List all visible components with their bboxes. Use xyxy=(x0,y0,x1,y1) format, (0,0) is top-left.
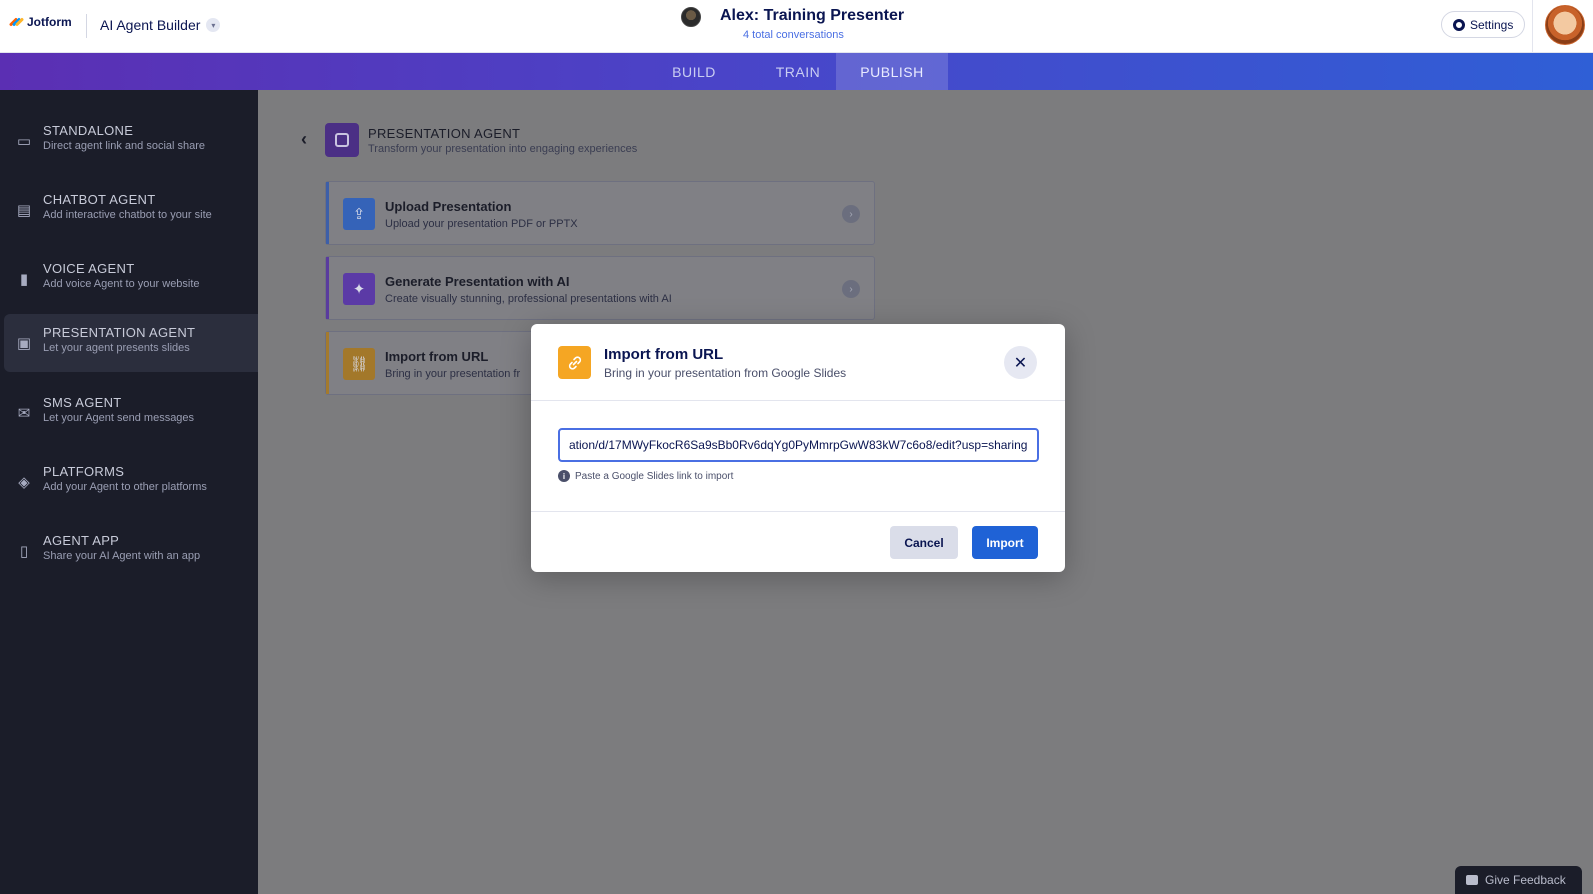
feedback-icon xyxy=(1466,875,1478,885)
tab-build[interactable]: BUILD xyxy=(658,53,730,90)
sms-icon: ✉ xyxy=(17,405,31,422)
phone-icon: ▯ xyxy=(19,543,29,560)
builder-tabs: BUILD TRAIN PUBLISH xyxy=(0,53,1593,90)
option-desc: Create visually stunning, professional p… xyxy=(385,293,672,305)
user-avatar[interactable] xyxy=(1545,5,1585,45)
modal-header: Import from URL Bring in your presentati… xyxy=(531,324,1065,401)
section-title: PRESENTATION AGENT xyxy=(368,126,521,141)
close-icon: ✕ xyxy=(1013,354,1028,372)
option-accent-bar xyxy=(326,332,329,394)
sidebar-item-presentation-agent[interactable]: ▣ PRESENTATION AGENT Let your agent pres… xyxy=(4,314,258,372)
layers-icon: ◈ xyxy=(18,474,30,491)
agent-avatar xyxy=(681,7,701,27)
option-accent-bar xyxy=(326,257,329,319)
option-desc: Bring in your presentation fr xyxy=(385,368,521,380)
sidebar-item-desc: Add interactive chatbot to your site xyxy=(43,209,212,221)
jotform-logo-icon xyxy=(8,17,25,27)
sidebar-item-desc: Direct agent link and social share xyxy=(43,140,206,152)
voice-bars-icon: ▮ xyxy=(19,271,29,288)
monitor-icon: ▭ xyxy=(16,133,32,150)
sidebar-item-desc: Let your agent presents slides xyxy=(43,342,190,354)
sidebar-item-sms-agent[interactable]: ✉ SMS AGENT Let your Agent send messages xyxy=(4,384,258,442)
info-icon: i xyxy=(558,470,570,482)
sidebar-item-title: CHATBOT AGENT xyxy=(43,192,156,207)
upload-cloud-icon: ⇪ xyxy=(343,198,375,230)
publish-sidebar: ▭ STANDALONE Direct agent link and socia… xyxy=(0,90,258,894)
cancel-button[interactable]: Cancel xyxy=(890,526,958,559)
settings-button[interactable]: Settings xyxy=(1441,11,1526,38)
sidebar-item-platforms[interactable]: ◈ PLATFORMS Add your Agent to other plat… xyxy=(4,453,258,511)
option-generate-with-ai[interactable]: ✦ Generate Presentation with AI Create v… xyxy=(325,256,875,320)
conversation-count[interactable]: 4 total conversations xyxy=(743,29,844,41)
sidebar-item-desc: Add your Agent to other platforms xyxy=(43,481,207,493)
chevron-right-icon: › xyxy=(842,280,860,298)
header-divider xyxy=(86,14,87,38)
option-title: Generate Presentation with AI xyxy=(385,274,570,289)
modal-title: Import from URL xyxy=(604,346,724,363)
sidebar-item-title: VOICE AGENT xyxy=(43,261,135,276)
url-input[interactable] xyxy=(558,428,1039,462)
sidebar-item-standalone[interactable]: ▭ STANDALONE Direct agent link and socia… xyxy=(4,112,258,170)
sidebar-item-title: SMS AGENT xyxy=(43,395,122,410)
sidebar-item-voice-agent[interactable]: ▮ VOICE AGENT Add voice Agent to your we… xyxy=(4,250,258,308)
option-title: Import from URL xyxy=(385,349,489,364)
give-feedback-button[interactable]: Give Feedback xyxy=(1455,866,1582,894)
sidebar-item-desc: Let your Agent send messages xyxy=(43,412,195,424)
sparkles-icon: ✦ xyxy=(343,273,375,305)
tab-train[interactable]: TRAIN xyxy=(755,53,841,90)
option-desc: Upload your presentation PDF or PPTX xyxy=(385,218,578,230)
sidebar-item-title: AGENT APP xyxy=(43,533,120,548)
chevron-down-icon: ▾ xyxy=(206,18,221,32)
option-accent-bar xyxy=(326,182,329,244)
hint-text: Paste a Google Slides link to import xyxy=(575,470,734,482)
sidebar-item-desc: Add voice Agent to your website xyxy=(43,278,200,290)
logo-text: Jotform xyxy=(27,15,72,29)
section-description: Transform your presentation into engagin… xyxy=(368,143,638,155)
modal-footer-divider xyxy=(531,511,1065,512)
presentation-agent-icon xyxy=(325,123,359,157)
input-hint: i Paste a Google Slides link to import xyxy=(558,470,733,482)
import-button[interactable]: Import xyxy=(972,526,1038,559)
link-icon: ⛓ xyxy=(343,348,375,380)
sidebar-item-desc: Share your AI Agent with an app xyxy=(43,550,201,562)
agent-name: Alex: Training Presenter xyxy=(720,7,905,24)
gear-icon xyxy=(1453,18,1465,31)
sidebar-item-agent-app[interactable]: ▯ AGENT APP Share your AI Agent with an … xyxy=(4,522,258,580)
builder-title: AI Agent Builder xyxy=(100,17,201,33)
sidebar-item-title: PLATFORMS xyxy=(43,464,125,479)
option-upload-presentation[interactable]: ⇪ Upload Presentation Upload your presen… xyxy=(325,181,875,245)
chevron-right-icon: › xyxy=(842,205,860,223)
presentation-icon: ▣ xyxy=(16,335,32,352)
import-url-modal: Import from URL Bring in your presentati… xyxy=(531,324,1065,572)
builder-title-dropdown[interactable]: AI Agent Builder ▾ xyxy=(100,17,221,33)
top-header: Jotform AI Agent Builder ▾ Alex: Trainin… xyxy=(0,0,1593,53)
close-button[interactable]: ✕ xyxy=(1004,346,1037,379)
header-divider-right xyxy=(1532,0,1533,53)
chat-icon: ▤ xyxy=(16,202,32,219)
jotform-logo[interactable]: Jotform xyxy=(8,15,72,29)
feedback-label: Give Feedback xyxy=(1485,873,1566,887)
tab-publish[interactable]: PUBLISH xyxy=(836,53,948,90)
back-chevron-icon[interactable]: ‹ xyxy=(301,129,307,150)
settings-label: Settings xyxy=(1470,17,1514,32)
link-icon xyxy=(558,346,591,379)
sidebar-item-title: STANDALONE xyxy=(43,123,134,138)
option-title: Upload Presentation xyxy=(385,199,512,214)
sidebar-item-chatbot-agent[interactable]: ▤ CHATBOT AGENT Add interactive chatbot … xyxy=(4,181,258,239)
sidebar-item-title: PRESENTATION AGENT xyxy=(43,325,196,340)
modal-subtitle: Bring in your presentation from Google S… xyxy=(604,366,847,380)
